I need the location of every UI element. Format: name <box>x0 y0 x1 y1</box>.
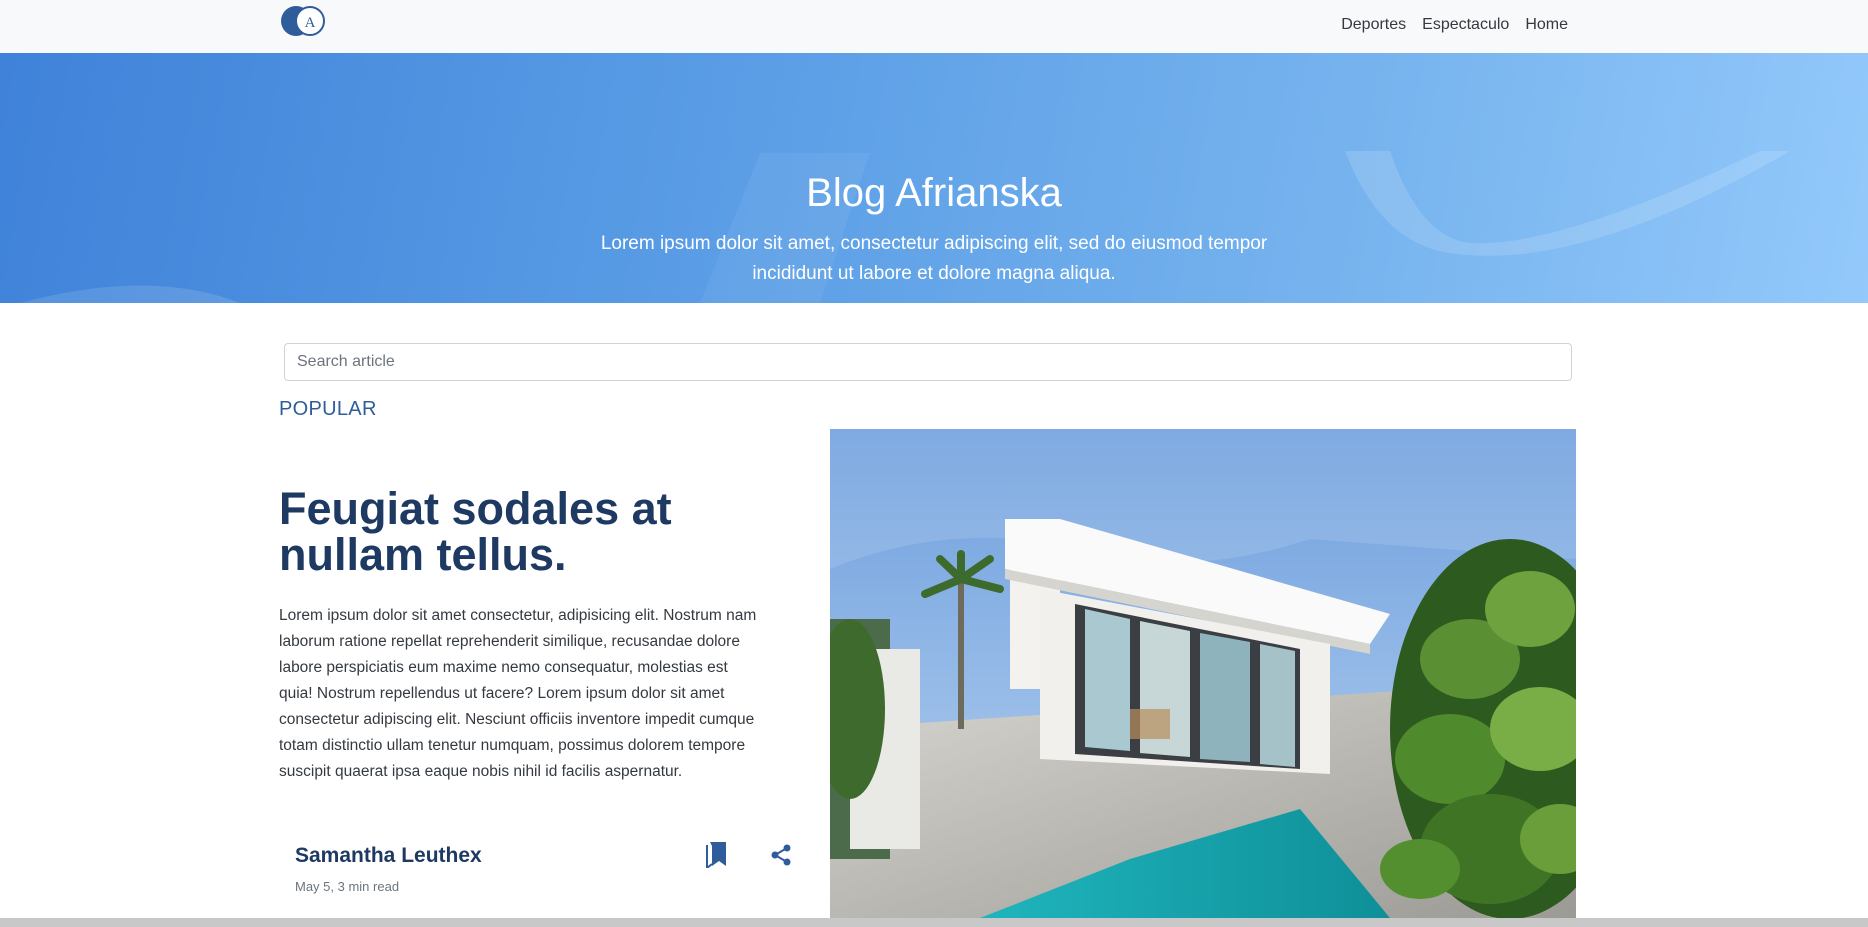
hero-banner: Blog Afrianska Lorem ipsum dolor sit ame… <box>0 53 1868 303</box>
bookmark-icon[interactable] <box>706 842 728 868</box>
nav-links: Deportes Espectaculo Home <box>1341 14 1568 36</box>
hero-subtitle: Lorem ipsum dolor sit amet, consectetur … <box>600 233 1268 284</box>
article-title[interactable]: Feugiat sodales at nullam tellus. <box>279 486 779 578</box>
nav-link-deportes[interactable]: Deportes <box>1341 14 1406 36</box>
navbar: A Deportes Espectaculo Home <box>0 0 1868 53</box>
article-meta: May 5, 3 min read <box>295 879 400 894</box>
logo-icon[interactable]: A <box>279 4 327 38</box>
article-excerpt: Lorem ipsum dolor sit amet consectetur, … <box>279 607 757 780</box>
share-icon[interactable] <box>769 843 793 867</box>
logo-letter: A <box>305 15 316 31</box>
horizontal-scrollbar[interactable] <box>0 918 1868 927</box>
search-input[interactable] <box>284 343 1572 381</box>
article-image[interactable] <box>830 429 1576 918</box>
hero-title: Blog Afrianska <box>806 171 1062 215</box>
nav-link-espectaculo[interactable]: Espectaculo <box>1422 14 1509 36</box>
author-name[interactable]: Samantha Leuthex <box>295 844 482 868</box>
section-label-popular: POPULAR <box>279 398 377 420</box>
nav-link-home[interactable]: Home <box>1525 14 1568 36</box>
